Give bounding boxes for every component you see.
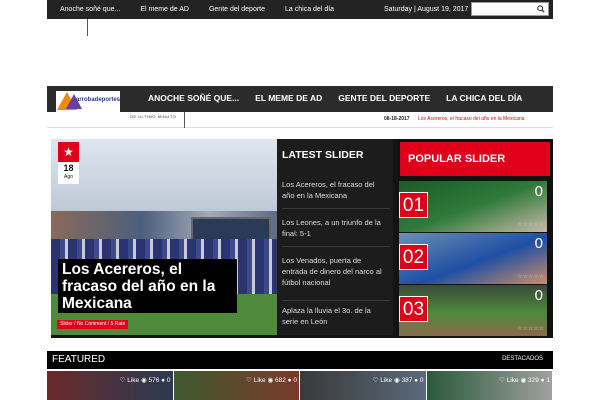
- top-nav: Anoche soñé que... El meme de AD Gente d…: [47, 0, 341, 19]
- site-logo[interactable]: arrobadeportes: [56, 91, 120, 112]
- top-nav-item[interactable]: Gente del deporte: [196, 0, 272, 19]
- view-count: 682: [274, 377, 286, 384]
- hero-title-box: Los Acereros, el fracaso del año en la M…: [58, 259, 237, 313]
- ticker-label: DE ULTIMO MINUTO: [130, 114, 177, 119]
- popular-slider: POPULAR SLIDER 01 0 ☆☆☆☆☆ 02 0 ☆☆☆☆☆ 03 …: [397, 139, 553, 336]
- latest-item[interactable]: Los Leones, a un triunfo de la final: 5-…: [282, 217, 387, 239]
- popular-rank: 01: [399, 192, 428, 218]
- comment-count: 1: [546, 377, 550, 384]
- latest-item[interactable]: Los Venados, puerta de entrada de dinero…: [282, 255, 387, 288]
- view-count: 576: [148, 377, 160, 384]
- popular-item[interactable]: 01 0 ☆☆☆☆☆: [399, 181, 547, 232]
- rating-stars: ☆☆☆☆☆: [517, 222, 544, 228]
- like-button[interactable]: ♡ Like: [373, 377, 393, 384]
- main-nav-item[interactable]: ANOCHE SOÑÉ QUE...: [140, 86, 247, 112]
- like-button[interactable]: ♡ Like: [246, 377, 266, 384]
- date-month: Ago: [64, 174, 73, 180]
- featured-card[interactable]: ♡ Like ◉ 329 ● 1: [426, 371, 552, 400]
- eye-icon: ◉: [267, 377, 275, 384]
- current-date: Saturday | August 19, 2017: [384, 6, 469, 13]
- top-nav-item[interactable]: El meme de AD: [127, 0, 196, 19]
- popular-rank: 02: [399, 244, 428, 270]
- divider: [184, 112, 185, 128]
- rating-stars: ☆☆☆☆☆: [517, 326, 544, 332]
- main-nav-item[interactable]: EL MEME DE AD: [247, 86, 330, 112]
- hero-slide[interactable]: ★ 18 Ago Los Acereros, el fracaso del añ…: [51, 139, 277, 335]
- like-button[interactable]: ♡ Like: [499, 377, 519, 384]
- hero-meta[interactable]: Slider / No Comment / 5 Rate: [57, 320, 129, 329]
- featured-card[interactable]: ♡ Like ◉ 576 ● 0: [47, 371, 173, 400]
- main-nav-item[interactable]: LA CHICA DEL DÍA: [438, 86, 530, 112]
- divider: [87, 19, 88, 36]
- rating-stars: ☆☆☆☆☆: [517, 274, 544, 280]
- top-bar: Anoche soñé que... El meme de AD Gente d…: [47, 0, 553, 19]
- latest-slider: LATEST SLIDER Los Acereros, el fracaso d…: [277, 139, 393, 335]
- view-count: 387: [401, 377, 413, 384]
- search-icon[interactable]: [537, 5, 545, 13]
- popular-rank: 03: [399, 296, 428, 322]
- hero-title[interactable]: Los Acereros, el fracaso del año en la M…: [58, 259, 237, 314]
- comment-count: 0: [293, 377, 297, 384]
- search-input[interactable]: [471, 2, 549, 16]
- latest-slider-heading: LATEST SLIDER: [282, 149, 364, 161]
- main-header: arrobadeportes ANOCHE SOÑÉ QUE... EL MEM…: [47, 86, 553, 112]
- popular-item[interactable]: 03 0 ☆☆☆☆☆: [399, 285, 547, 336]
- date-badge: ★ 18 Ago: [58, 142, 79, 184]
- featured-title: FEATURED: [52, 354, 106, 365]
- popular-item[interactable]: 02 0 ☆☆☆☆☆: [399, 233, 547, 284]
- card-stats: ♡ Like ◉ 576 ● 0: [120, 376, 171, 384]
- like-button[interactable]: ♡ Like: [120, 377, 140, 384]
- ticker-headline[interactable]: Los Acereros, el fracaso del año en la M…: [418, 116, 524, 122]
- popular-count: 0: [534, 183, 543, 200]
- featured-header: FEATURED DESTACADOS: [47, 351, 553, 369]
- news-ticker: DE ULTIMO MINUTO 08-18-2017 Los Acereros…: [47, 112, 553, 128]
- view-count: 329: [527, 377, 539, 384]
- comment-count: 0: [419, 377, 424, 384]
- featured-cards: ♡ Like ◉ 576 ● 0 ♡ Like ◉ 682 ● 0 ♡ Like…: [47, 371, 553, 400]
- date-day: 18: [63, 163, 74, 173]
- latest-item[interactable]: Los Acereros, el fracaso del año en la M…: [282, 179, 387, 201]
- card-stats: ♡ Like ◉ 682 ● 0: [246, 376, 297, 384]
- eye-icon: ◉: [520, 377, 528, 384]
- divider: [282, 208, 390, 209]
- divider: [282, 246, 390, 247]
- featured-card[interactable]: ♡ Like ◉ 682 ● 0: [173, 371, 299, 400]
- logo-text: arrobadeportes: [76, 97, 121, 103]
- popular-count: 0: [534, 287, 543, 304]
- popular-slider-heading: POPULAR SLIDER: [400, 142, 550, 176]
- card-stats: ♡ Like ◉ 387 ● 0: [373, 376, 424, 384]
- card-stats: ♡ Like ◉ 329 ● 1: [499, 376, 550, 384]
- popular-count: 0: [534, 235, 543, 252]
- divider: [282, 300, 390, 301]
- comment-count: 0: [166, 377, 171, 384]
- top-nav-item[interactable]: Anoche soñé que...: [47, 0, 127, 19]
- featured-card[interactable]: ♡ Like ◉ 387 ● 0: [300, 371, 426, 400]
- main-nav-item[interactable]: GENTE DEL DEPORTE: [330, 86, 438, 112]
- ticker-date: 08-18-2017: [384, 116, 410, 122]
- star-icon: ★: [58, 142, 79, 162]
- date-badge-day: 18 Ago: [58, 162, 79, 184]
- latest-item[interactable]: Aplaza la lluvia el 3o. de la serie en L…: [282, 305, 387, 327]
- top-nav-item[interactable]: La chica del día: [272, 0, 341, 19]
- main-nav: ANOCHE SOÑÉ QUE... EL MEME DE AD GENTE D…: [140, 86, 530, 112]
- featured-right-label[interactable]: DESTACADOS: [502, 356, 543, 362]
